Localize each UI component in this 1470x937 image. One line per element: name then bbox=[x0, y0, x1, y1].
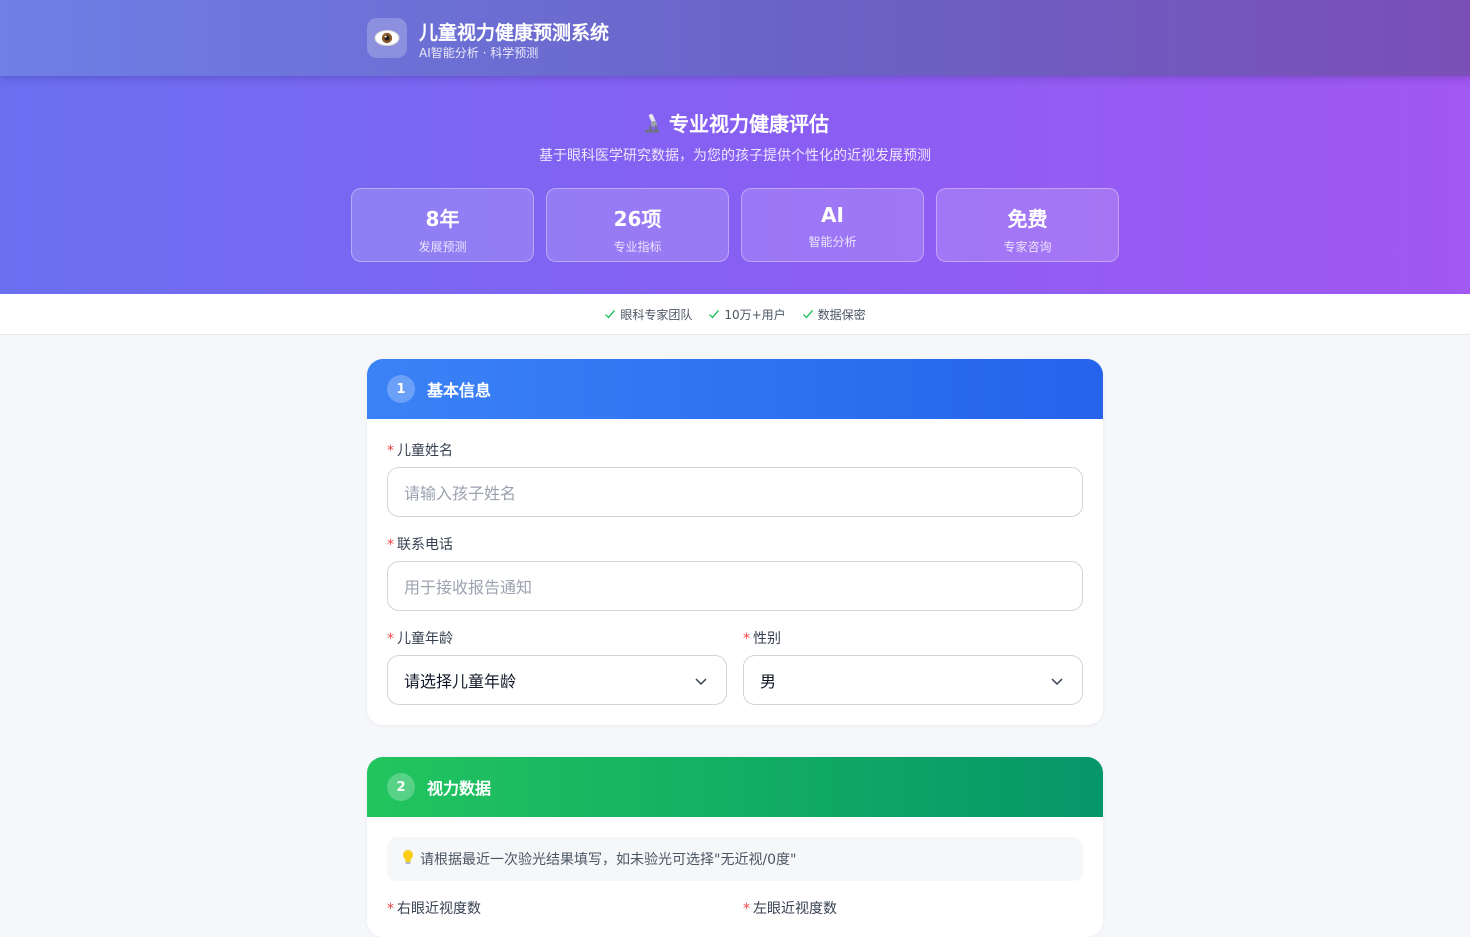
step-number: 2 bbox=[387, 773, 415, 801]
stat-value: 免费 bbox=[1007, 207, 1048, 231]
stat-label: 专业指标 bbox=[613, 240, 662, 254]
child-name-label-text: 儿童姓名 bbox=[397, 443, 453, 459]
basic-info-header: 1 基本信息 bbox=[367, 359, 1103, 419]
right-eye-label-text: 右眼近视度数 bbox=[397, 901, 481, 917]
required-mark: * bbox=[387, 901, 394, 917]
required-mark: * bbox=[387, 443, 394, 459]
hero-subtitle: 基于眼科医学研究数据，为您的孩子提供个性化的近视发展预测 bbox=[539, 148, 931, 164]
required-mark: * bbox=[743, 901, 750, 917]
gender-select-value: 男 bbox=[760, 672, 777, 691]
left-eye-label: * 左眼近视度数 bbox=[743, 898, 837, 918]
trust-item-label: 10万+用户 bbox=[724, 307, 786, 322]
hero-title-text: 专业视力健康评估 bbox=[669, 112, 829, 136]
stat-card-indicators: 26项 专业指标 bbox=[546, 188, 729, 262]
age-label: * 儿童年龄 bbox=[387, 628, 453, 648]
stat-value: 26项 bbox=[613, 207, 662, 231]
section-title: 视力数据 bbox=[427, 779, 492, 798]
tip-text: 请根据最近一次验光结果填写，如未验光可选择"无近视/0度" bbox=[420, 852, 797, 868]
section-title: 基本信息 bbox=[427, 381, 492, 400]
age-select-value: 请选择儿童年龄 bbox=[404, 672, 517, 691]
phone-label: * 联系电话 bbox=[387, 534, 453, 554]
stat-value: 8年 bbox=[425, 207, 460, 231]
stat-label: 发展预测 bbox=[418, 240, 467, 254]
trust-item: 10万+用户 bbox=[708, 306, 786, 323]
right-eye-label: * 右眼近视度数 bbox=[387, 898, 481, 918]
trust-item: 数据保密 bbox=[802, 306, 866, 323]
gender-select[interactable]: 男 bbox=[743, 655, 1083, 705]
tip-box: 请根据最近一次验光结果填写，如未验光可选择"无近视/0度" bbox=[387, 837, 1083, 881]
stat-card-prediction-years: 8年 发展预测 bbox=[351, 188, 534, 262]
gender-label: * 性别 bbox=[743, 628, 781, 648]
chevron-down-icon bbox=[695, 678, 707, 686]
stat-label: 智能分析 bbox=[808, 235, 857, 249]
age-select[interactable]: 请选择儿童年龄 bbox=[387, 655, 727, 705]
top-navbar: 儿童视力健康预测系统 AI智能分析 · 科学预测 bbox=[0, 0, 1470, 76]
check-icon bbox=[709, 310, 720, 319]
basic-info-card: 1 基本信息 * 儿童姓名 请输入孩子姓名 * 联系电话 用于接收报告通知 * 儿童年… bbox=[367, 359, 1103, 725]
trust-item-label: 数据保密 bbox=[817, 307, 866, 322]
hero-title: 专业视力健康评估 bbox=[0, 108, 1470, 139]
trust-item: 眼科专家团队 bbox=[604, 306, 692, 323]
stat-value: AI bbox=[821, 203, 844, 227]
required-mark: * bbox=[743, 631, 750, 647]
microscope-icon bbox=[641, 112, 663, 139]
app-subtitle: AI智能分析 · 科学预测 bbox=[419, 46, 539, 60]
trust-bar: 眼科专家团队 10万+用户 数据保密 bbox=[0, 294, 1470, 335]
phone-label-text: 联系电话 bbox=[397, 537, 453, 553]
required-mark: * bbox=[387, 537, 394, 553]
left-eye-label-text: 左眼近视度数 bbox=[753, 901, 837, 917]
chevron-down-icon bbox=[1051, 678, 1063, 686]
gender-label-text: 性别 bbox=[753, 631, 781, 647]
child-name-placeholder: 请输入孩子姓名 bbox=[404, 484, 517, 503]
vision-data-card: 2 视力数据 请根据最近一次验光结果填写，如未验光可选择"无近视/0度" * 右眼… bbox=[367, 757, 1103, 937]
step-number: 1 bbox=[387, 375, 415, 403]
phone-input[interactable]: 用于接收报告通知 bbox=[387, 561, 1083, 611]
child-name-input[interactable]: 请输入孩子姓名 bbox=[387, 467, 1083, 517]
stat-label: 专家咨询 bbox=[1003, 240, 1052, 254]
check-icon bbox=[802, 310, 813, 319]
child-name-label: * 儿童姓名 bbox=[387, 440, 453, 460]
stat-card-ai: AI 智能分析 bbox=[741, 188, 924, 262]
app-title: 儿童视力健康预测系统 bbox=[419, 22, 610, 44]
stat-card-free-consult: 免费 专家咨询 bbox=[936, 188, 1119, 262]
age-label-text: 儿童年龄 bbox=[397, 631, 453, 647]
required-mark: * bbox=[387, 631, 394, 647]
trust-item-label: 眼科专家团队 bbox=[620, 307, 693, 322]
lightbulb-icon bbox=[401, 849, 415, 869]
phone-placeholder: 用于接收报告通知 bbox=[404, 578, 533, 597]
check-icon bbox=[605, 310, 616, 319]
eye-icon bbox=[367, 18, 407, 58]
vision-data-header: 2 视力数据 bbox=[367, 757, 1103, 817]
